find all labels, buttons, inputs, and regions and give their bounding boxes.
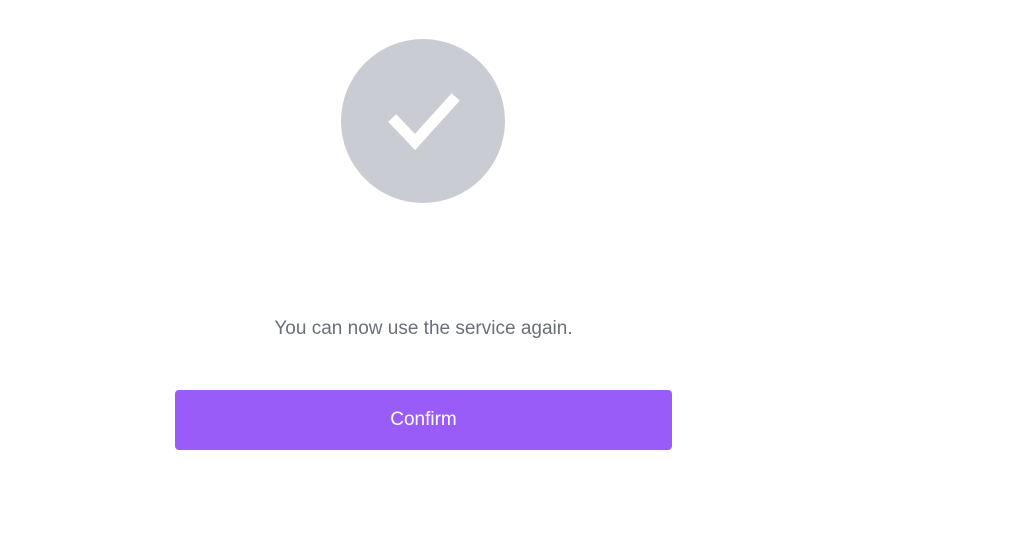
success-dialog: You can now use the service again. Confi…	[0, 0, 1024, 555]
checkmark-icon	[388, 93, 460, 151]
confirm-button[interactable]: Confirm	[175, 390, 672, 450]
success-circle	[341, 39, 505, 203]
status-message: You can now use the service again.	[274, 318, 573, 339]
